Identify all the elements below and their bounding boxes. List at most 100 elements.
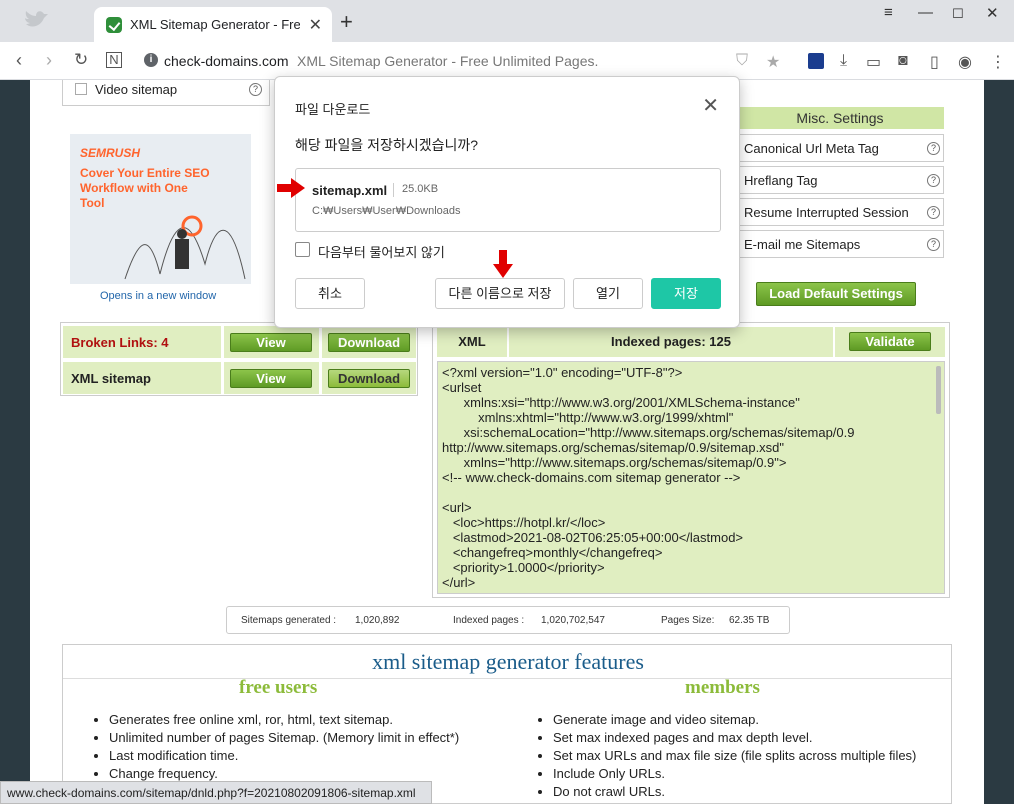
- sitemaps-generated-value: 1,020,892: [355, 615, 400, 626]
- xml-line: <loc>https://hotpl.kr/</loc>: [442, 515, 606, 530]
- help-icon[interactable]: ?: [927, 174, 940, 187]
- xml-line: xmlns:xsi="http://www.w3.org/2001/XMLSch…: [442, 395, 800, 410]
- download-icon[interactable]: ⤓: [840, 52, 847, 70]
- pages-size-label: Pages Size:: [661, 615, 715, 626]
- features-section: xml sitemap generator features free user…: [62, 644, 952, 804]
- xml-line: <urlset: [442, 380, 482, 395]
- xml-line: <lastmod>2021-08-02T06:25:05+00:00</last…: [442, 530, 744, 545]
- site-info-icon[interactable]: i: [144, 53, 158, 67]
- members-title: members: [685, 677, 760, 698]
- dont-ask-checkbox[interactable]: [295, 242, 310, 257]
- list-item: Set max URLs and max file size (file spl…: [553, 747, 916, 765]
- xml-line: <!-- www.check-domains.com sitemap gener…: [442, 470, 741, 485]
- download-broken-links-button[interactable]: Download: [328, 333, 410, 352]
- file-info-box: sitemap.xml 25.0KB C:₩Users₩User₩Downloa…: [295, 168, 721, 232]
- close-icon[interactable]: ✕: [702, 93, 719, 118]
- xml-line: <url>: [442, 500, 472, 515]
- canonical-url-option[interactable]: Canonical Url Meta Tag ?: [736, 134, 944, 162]
- email-sitemaps-option[interactable]: E-mail me Sitemaps ?: [736, 230, 944, 258]
- ad-illustration-icon: [124, 215, 246, 280]
- account-icon[interactable]: ◉: [958, 52, 972, 72]
- list-item: Last modification time.: [109, 747, 459, 765]
- hreflang-option[interactable]: Hreflang Tag ?: [736, 166, 944, 194]
- help-icon[interactable]: ?: [927, 206, 940, 219]
- indexed-pages-total-label: Indexed pages :: [453, 615, 525, 626]
- red-arrow-right-icon: [277, 178, 305, 198]
- indexed-pages-total-value: 1,020,702,547: [541, 615, 605, 626]
- misc-item-label: Canonical Url Meta Tag: [744, 141, 879, 156]
- reload-icon[interactable]: ↻: [74, 50, 88, 70]
- file-path: C:₩Users₩User₩Downloads: [312, 205, 461, 217]
- resume-session-option[interactable]: Resume Interrupted Session ?: [736, 198, 944, 226]
- view-sitemap-button[interactable]: View: [230, 369, 312, 388]
- broken-links-cell: Broken Links: 4: [62, 325, 222, 359]
- address-bar[interactable]: i check-domains.com XML Sitemap Generato…: [136, 47, 726, 75]
- pages-size-value: 62.35 TB: [729, 615, 770, 626]
- xml-line: <priority>1.0000</priority>: [442, 560, 605, 575]
- sitemaps-generated-label: Sitemaps generated :: [241, 615, 337, 626]
- misc-item-label: E-mail me Sitemaps: [744, 237, 861, 252]
- ad-brand: SEMRUSH: [80, 146, 141, 160]
- back-icon[interactable]: ‹: [16, 50, 22, 71]
- close-tab-icon[interactable]: ✕: [309, 15, 322, 35]
- maximize-icon[interactable]: ☐: [952, 6, 964, 22]
- xml-scrollbar[interactable]: [936, 366, 941, 414]
- features-title: xml sitemap generator features: [372, 649, 644, 674]
- menu-icon[interactable]: ⋮: [990, 52, 1006, 72]
- load-default-settings-button[interactable]: Load Default Settings: [756, 282, 916, 306]
- list-item: Generate image and video sitemap.: [553, 711, 916, 729]
- help-icon[interactable]: ?: [927, 142, 940, 155]
- file-download-dialog: 파일 다운로드 ✕ 해당 파일을 저장하시겠습니까? sitemap.xml 2…: [274, 76, 740, 328]
- browser-toolbar: ‹ › ↻ N i check-domains.com XML Sitemap …: [0, 42, 1014, 80]
- xml-line: <changefreq>monthly</changefreq>: [442, 545, 663, 560]
- video-icon[interactable]: ▭: [866, 52, 881, 72]
- camera-icon[interactable]: ◙: [898, 52, 908, 70]
- file-name: sitemap.xml: [312, 183, 388, 198]
- save-as-button[interactable]: 다른 이름으로 저장: [435, 278, 565, 309]
- red-arrow-down-icon: [493, 250, 513, 278]
- download-sitemap-button[interactable]: Download: [328, 369, 410, 388]
- dialog-title: 파일 다운로드: [295, 102, 371, 117]
- list-item: Generates free online xml, ror, html, te…: [109, 711, 459, 729]
- stats-bar: Sitemaps generated : 1,020,892 Indexed p…: [226, 606, 790, 634]
- shield-icon[interactable]: ⛉: [736, 52, 748, 70]
- dialog-question: 해당 파일을 저장하시겠습니까?: [295, 137, 479, 153]
- xml-tab[interactable]: XML: [437, 327, 507, 357]
- video-sitemap-option[interactable]: Video sitemap ?: [62, 80, 270, 106]
- active-tab[interactable]: XML Sitemap Generator - Free Unlimited P…: [94, 7, 332, 42]
- cancel-button[interactable]: 취소: [295, 278, 365, 309]
- misc-item-label: Hreflang Tag: [744, 173, 818, 188]
- member-features-list: Generate image and video sitemap. Set ma…: [553, 711, 916, 801]
- ad-open-link[interactable]: Opens in a new window: [100, 290, 216, 302]
- news-icon[interactable]: N: [106, 52, 122, 68]
- list-item: Set max indexed pages and max depth leve…: [553, 729, 916, 747]
- save-button[interactable]: 저장: [651, 278, 721, 309]
- dont-ask-label[interactable]: 다음부터 물어보지 않기: [318, 242, 445, 261]
- view-broken-links-button[interactable]: View: [230, 333, 312, 352]
- list-item: Unlimited number of pages Sitemap. (Memo…: [109, 729, 459, 747]
- status-bar-url: www.check-domains.com/sitemap/dnld.php?f…: [0, 781, 432, 804]
- help-icon[interactable]: ?: [249, 83, 262, 96]
- xml-line: xmlns:xhtml="http://www.w3.org/1999/xhtm…: [442, 410, 734, 425]
- help-icon[interactable]: ?: [927, 238, 940, 251]
- semrush-ad[interactable]: SEMRUSH Cover Your Entire SEO Workflow w…: [70, 134, 251, 284]
- free-features-list: Generates free online xml, ror, html, te…: [109, 711, 459, 783]
- address-domain: check-domains.com: [164, 53, 289, 69]
- open-button[interactable]: 열기: [573, 278, 643, 309]
- tab-bar: XML Sitemap Generator - Free Unlimited P…: [0, 0, 1014, 42]
- minimize-icon[interactable]: —: [918, 4, 933, 21]
- file-separator: [393, 183, 394, 197]
- forward-icon[interactable]: ›: [46, 50, 52, 71]
- tab-menu-icon[interactable]: ≡: [884, 4, 893, 21]
- indexed-pages-label: Indexed pages: 125: [509, 327, 833, 357]
- misc-item-label: Resume Interrupted Session: [744, 205, 909, 220]
- xml-sitemap-cell: XML sitemap: [62, 361, 222, 395]
- xml-output[interactable]: <?xml version="1.0" encoding="UTF-8"?> <…: [437, 361, 945, 594]
- reader-icon[interactable]: ▯: [930, 52, 939, 72]
- validate-button[interactable]: Validate: [849, 332, 931, 351]
- video-sitemap-checkbox[interactable]: [75, 83, 87, 95]
- close-window-icon[interactable]: ✕: [986, 4, 999, 22]
- bookmark-star-icon[interactable]: ★: [766, 52, 780, 72]
- new-tab-button[interactable]: +: [340, 11, 353, 33]
- uk-flag-icon[interactable]: [808, 53, 824, 69]
